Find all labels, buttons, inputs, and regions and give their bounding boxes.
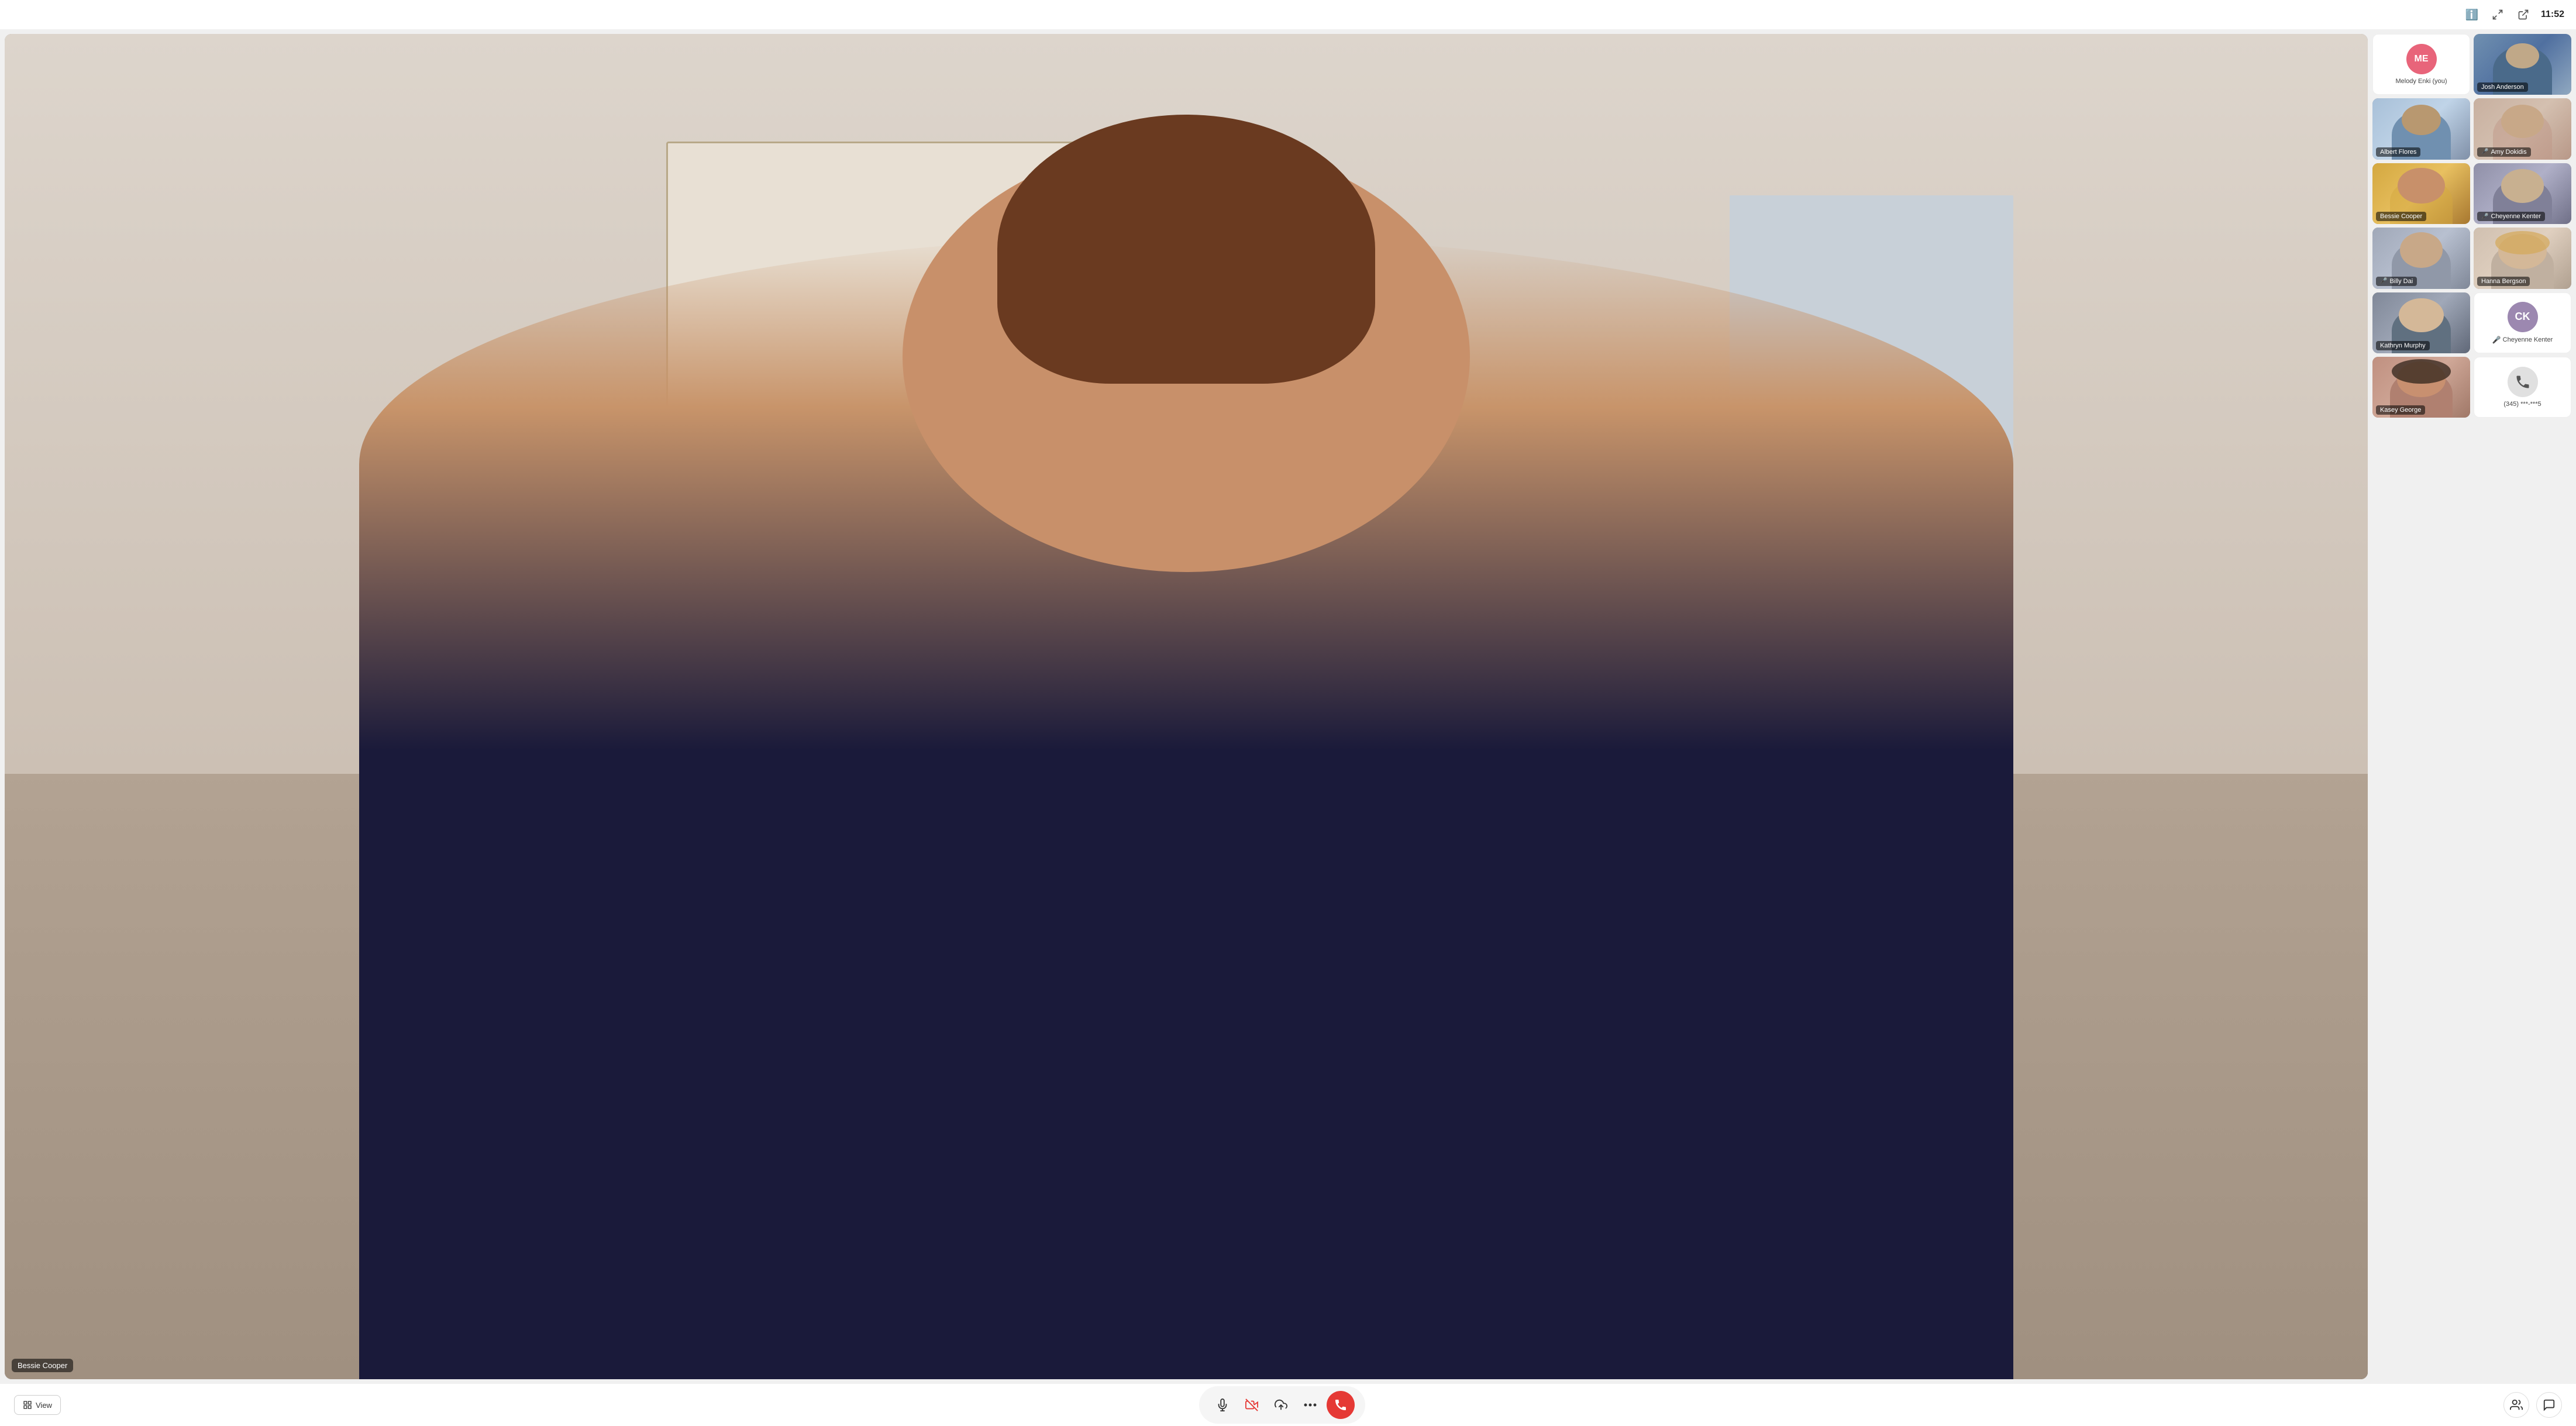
participant-tile-cheyenne-avatar: CK 🎤 Cheyenne Kenter	[2474, 292, 2571, 353]
participant-tile-amy: 🎤 Amy Dokidis	[2474, 98, 2571, 159]
controls-center	[1199, 1386, 1365, 1424]
hanna-label: Hanna Bergson	[2477, 277, 2530, 286]
people-button[interactable]	[2503, 1392, 2529, 1418]
main-content: Bessie Cooper ME Melody Enki (you) Josh …	[0, 29, 2576, 1384]
participant-tile-josh: Josh Anderson	[2474, 34, 2571, 95]
participant-grid: ME Melody Enki (you) Josh Anderson	[2372, 34, 2571, 418]
me-name: Melody Enki (you)	[2395, 78, 2447, 85]
clock: 11:52	[2541, 9, 2564, 20]
billy-mute-icon: 🎤	[2380, 278, 2387, 284]
share-button[interactable]	[1268, 1392, 1294, 1418]
billy-name: Billy Dai	[2389, 278, 2413, 285]
amy-mute-icon: 🎤	[2481, 149, 2488, 155]
hanna-name: Hanna Bergson	[2481, 278, 2526, 285]
chat-button[interactable]	[2536, 1392, 2562, 1418]
controls-right	[2503, 1392, 2562, 1418]
top-bar: ℹ️ 11:52	[0, 0, 2576, 29]
export-icon[interactable]	[2515, 6, 2532, 23]
view-button[interactable]: View	[14, 1395, 61, 1415]
albert-label: Albert Flores	[2376, 147, 2420, 157]
cheyenne-avatar-name: 🎤 Cheyenne Kenter	[2492, 336, 2553, 344]
main-video: Bessie Cooper	[5, 34, 2368, 1379]
main-video-label: Bessie Cooper	[12, 1359, 73, 1372]
chat-icon	[2543, 1399, 2556, 1411]
collapse-icon[interactable]	[2489, 6, 2506, 23]
participant-tile-kathryn: Kathryn Murphy	[2372, 292, 2470, 353]
cheyenne-mute-icon: 🎤	[2492, 336, 2501, 344]
josh-name: Josh Anderson	[2481, 84, 2524, 91]
albert-name: Albert Flores	[2380, 149, 2416, 156]
info-icon[interactable]: ℹ️	[2464, 6, 2480, 23]
amy-label: 🎤 Amy Dokidis	[2477, 147, 2531, 157]
more-icon	[1304, 1403, 1317, 1407]
participant-tile-billy: 🎤 Billy Dai	[2372, 228, 2470, 288]
participant-tile-phone: (345) ***-***5	[2474, 357, 2571, 418]
cheyenne-video-name: Cheyenne Kenter	[2491, 213, 2541, 220]
participant-tile-albert: Albert Flores	[2372, 98, 2470, 159]
people-icon	[2510, 1399, 2523, 1411]
camera-button[interactable]	[1239, 1392, 1265, 1418]
josh-label: Josh Anderson	[2477, 82, 2528, 92]
me-avatar: ME	[2406, 44, 2437, 74]
billy-label: 🎤 Billy Dai	[2376, 277, 2417, 286]
participant-tile-kasey: Kasey George	[2372, 357, 2470, 418]
kathryn-label: Kathryn Murphy	[2376, 341, 2430, 350]
cheyenne-avatar: CK	[2508, 302, 2538, 332]
view-grid-icon	[23, 1400, 32, 1410]
camera-off-icon	[1245, 1399, 1258, 1411]
bessie-name: Bessie Cooper	[2380, 213, 2422, 220]
view-label: View	[36, 1401, 52, 1410]
mic-button[interactable]	[1210, 1392, 1235, 1418]
hangup-button[interactable]	[1327, 1391, 1355, 1419]
bottom-bar: View	[0, 1384, 2576, 1426]
hangup-icon	[1334, 1398, 1348, 1412]
kasey-name: Kasey George	[2380, 407, 2421, 414]
kathryn-name: Kathryn Murphy	[2380, 342, 2426, 349]
kasey-label: Kasey George	[2376, 405, 2425, 415]
phone-avatar-icon	[2508, 367, 2538, 397]
participant-tile-bessie: Bessie Cooper	[2372, 163, 2470, 224]
cheyenne-video-mute-icon: 🎤	[2481, 213, 2488, 220]
mic-icon	[1216, 1399, 1229, 1411]
phone-number: (345) ***-***5	[2503, 401, 2541, 408]
share-icon	[1275, 1399, 1287, 1411]
participant-tile-cheyenne-video: 🎤 Cheyenne Kenter	[2474, 163, 2571, 224]
cheyenne-video-label: 🎤 Cheyenne Kenter	[2477, 212, 2545, 221]
amy-name: Amy Dokidis	[2491, 149, 2526, 156]
participant-tile-me: ME Melody Enki (you)	[2372, 34, 2470, 95]
sidebar: ME Melody Enki (you) Josh Anderson	[2372, 34, 2571, 1379]
main-video-bg	[5, 34, 2368, 1379]
me-initials: ME	[2415, 54, 2429, 64]
more-button[interactable]	[1297, 1392, 1323, 1418]
bessie-label: Bessie Cooper	[2376, 212, 2426, 221]
participant-tile-hanna: Hanna Bergson	[2474, 228, 2571, 288]
